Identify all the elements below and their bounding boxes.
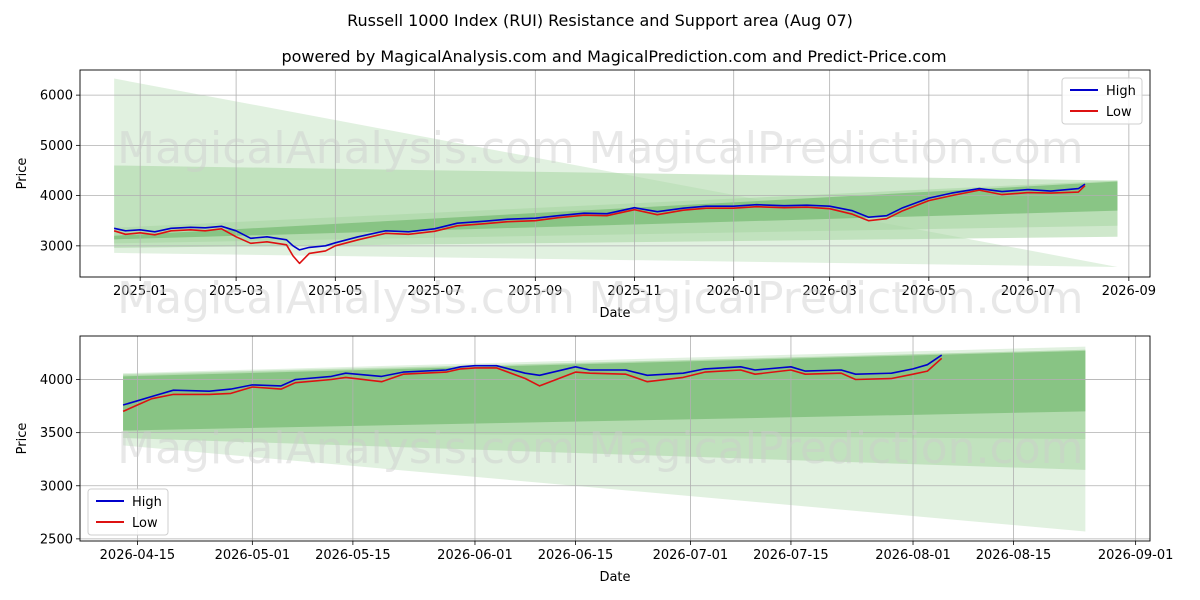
legend-label-high: High xyxy=(132,495,162,510)
x-tick-label: 2026-06-15 xyxy=(538,548,614,563)
y-tick-label: 2500 xyxy=(40,532,73,547)
legend: High Low xyxy=(1061,77,1143,125)
y-tick-label: 3500 xyxy=(40,426,73,441)
legend: High Low xyxy=(87,488,169,536)
x-tick-label: 2026-04-15 xyxy=(100,548,176,563)
legend-label-low: Low xyxy=(1106,105,1132,120)
y-tick-label: 3000 xyxy=(40,479,73,494)
watermark-left-top: MagicalAnalysis.com xyxy=(117,123,575,174)
y-tick-label: 4000 xyxy=(40,373,73,388)
x-tick-label: 2026-08-15 xyxy=(976,548,1052,563)
watermark-left-mid: MagicalAnalysis.com xyxy=(117,273,575,324)
x-tick-label: 2026-05-15 xyxy=(315,548,391,563)
y-tick-label: 4000 xyxy=(40,189,73,204)
x-tick-label: 2026-09 xyxy=(1102,284,1156,299)
legend-label-low: Low xyxy=(132,516,158,531)
watermark-right-bottom: MagicalPrediction.com xyxy=(589,423,1084,474)
x-tick-label: 2026-09-01 xyxy=(1098,548,1174,563)
y-tick-label: 3000 xyxy=(40,239,73,254)
x-tick-label: 2026-08-01 xyxy=(875,548,951,563)
y-axis-label: Price xyxy=(15,158,30,190)
x-tick-label: 2026-07-15 xyxy=(753,548,829,563)
watermark-right-top: MagicalPrediction.com xyxy=(589,123,1084,174)
x-tick-label: 2026-07-01 xyxy=(653,548,729,563)
watermark-right-mid: MagicalPrediction.com xyxy=(589,273,1084,324)
figure-title: Russell 1000 Index (RUI) Resistance and … xyxy=(347,11,853,30)
figure: Russell 1000 Index (RUI) Resistance and … xyxy=(15,11,1174,585)
x-axis-label: Date xyxy=(599,570,630,585)
x-tick-label: 2026-06-01 xyxy=(437,548,513,563)
figure-subtitle: powered by MagicalAnalysis.com and Magic… xyxy=(281,47,946,66)
y-tick-label: 6000 xyxy=(40,89,73,104)
legend-label-high: High xyxy=(1106,84,1136,99)
watermark-left-bottom: MagicalAnalysis.com xyxy=(117,423,575,474)
x-tick-label: 2026-05-01 xyxy=(215,548,291,563)
y-tick-label: 5000 xyxy=(40,139,73,154)
y-axis-label: Price xyxy=(15,423,30,455)
